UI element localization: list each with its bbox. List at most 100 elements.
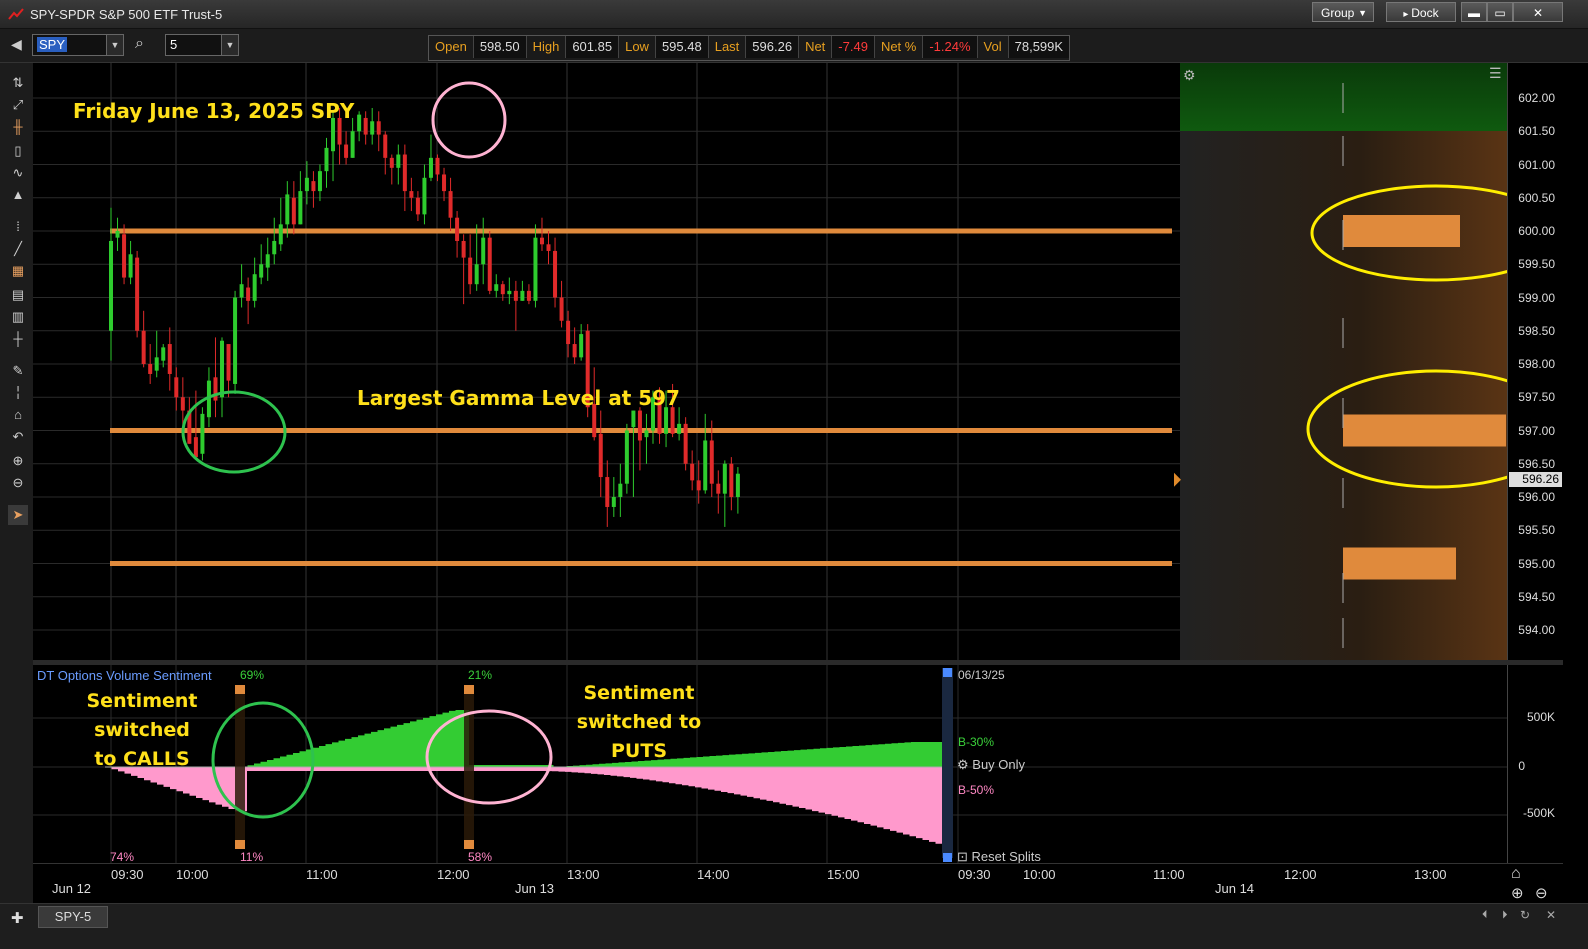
sentiment-scale[interactable]: 500K 0 -500K: [1507, 665, 1563, 863]
symbol-input[interactable]: SPY ▼: [32, 34, 124, 56]
candle-body: [605, 477, 610, 507]
menu-icon[interactable]: ☰: [1489, 65, 1502, 82]
search-icon[interactable]: ⌕: [135, 35, 144, 53]
price-scale-label: 594.50: [1518, 589, 1555, 604]
left-bottom-pct: 74%: [110, 850, 135, 864]
zoom-in-icon[interactable]: ⊕: [1511, 884, 1524, 902]
price-scale[interactable]: 602.00 601.50 601.00 600.50 600.00 599.50 599.…: [1507, 63, 1563, 660]
zoom-in-icon[interactable]: ⊕: [8, 451, 28, 471]
candle-body: [213, 377, 218, 401]
grid-tool-icon[interactable]: ▦: [8, 261, 28, 281]
sentiment-pane[interactable]: DT Options Volume Sentiment 69% 11% 21% …: [33, 665, 1508, 864]
scroll-right-icon[interactable]: ⏵: [1502, 909, 1508, 922]
window-title: SPY-SPDR S&P 500 ETF Trust-5: [30, 7, 223, 22]
split-handle-right: [943, 853, 952, 862]
candle-body: [481, 237, 486, 265]
measure-tool-icon[interactable]: ╎: [8, 383, 28, 403]
buy-only-label: Buy Only: [972, 757, 1026, 772]
candle-body: [500, 284, 505, 295]
pointer-icon[interactable]: ➤: [8, 505, 28, 525]
candle-body: [389, 157, 394, 168]
candle-body: [109, 240, 113, 331]
candle-body: [709, 440, 714, 484]
candle-body: [468, 257, 473, 285]
undo-icon[interactable]: ↶: [8, 427, 28, 447]
candle-body: [141, 330, 146, 364]
line-chart-tool-icon[interactable]: ∿: [8, 163, 28, 183]
candle-body: [513, 290, 518, 301]
price-scale-label: 594.00: [1518, 623, 1555, 637]
bar-chart-tool-icon[interactable]: ╫: [8, 117, 28, 137]
candle-body: [598, 433, 603, 478]
vol-label: Vol: [978, 36, 1009, 58]
candle-body: [370, 121, 375, 135]
price-scale-label: 599.00: [1518, 290, 1555, 305]
puts-annotation-line1: Sentiment: [583, 682, 695, 704]
add-tab-icon[interactable]: ✚: [11, 909, 24, 927]
candle-body: [311, 181, 316, 192]
candle-body: [624, 430, 629, 484]
time-axis[interactable]: Jun 12 09:30 10:00 11:00 12:00 Jun 13 13…: [33, 863, 1563, 904]
home-icon[interactable]: ⌂: [1511, 865, 1521, 883]
chevron-down-icon: ▼: [1358, 8, 1367, 18]
close-button[interactable]: ✕: [1513, 2, 1563, 22]
tab-spy-5[interactable]: SPY-5: [38, 906, 108, 928]
group-button[interactable]: Group ▼: [1312, 2, 1374, 22]
time-label: 12:00: [437, 867, 470, 882]
price-chart-pane[interactable]: Friday June 13, 2025 SPY Largest Gamma L…: [33, 63, 1566, 660]
tab-close-icon[interactable]: ✕: [1546, 908, 1556, 922]
dock-button[interactable]: ▸ Dock: [1386, 2, 1456, 22]
buy-only-toggle[interactable]: ⚙ Buy Only: [957, 757, 1025, 773]
date-label: Jun 12: [52, 881, 92, 896]
interval-input[interactable]: 5 ▼: [165, 34, 239, 56]
candle-body: [291, 197, 296, 225]
price-scale-label: 596.50: [1518, 456, 1555, 471]
scroll-left-icon[interactable]: ⏴: [1482, 909, 1488, 922]
chevron-down-icon[interactable]: ▼: [221, 35, 238, 55]
zoom-out-icon[interactable]: ⊖: [8, 473, 28, 493]
settings-gear-icon[interactable]: ⚙: [1183, 67, 1196, 84]
cursor-tool-icon[interactable]: ⇅: [8, 73, 28, 93]
net-pct-label: Net %: [875, 36, 924, 58]
table-tool-icon[interactable]: ▥: [8, 307, 28, 327]
candle-body: [174, 377, 179, 398]
crosshair-tool-icon[interactable]: ⤢: [8, 95, 28, 115]
calls-annotation: Sentiment switched to CALLS: [37, 687, 247, 774]
candle-body: [735, 473, 740, 497]
home-icon[interactable]: ⌂: [8, 405, 28, 425]
net-label: Net: [799, 36, 833, 58]
candle-body: [539, 237, 544, 245]
candle-body: [383, 134, 388, 158]
candle-body: [618, 483, 623, 497]
price-scale-label: 595.00: [1518, 556, 1555, 571]
scale-neg-500k: -500K: [1522, 806, 1555, 820]
time-label: 11:00: [306, 867, 338, 882]
time-label: 15:00: [827, 867, 860, 882]
low-label: Low: [619, 36, 656, 58]
refresh-icon[interactable]: ↻: [1520, 908, 1530, 922]
reset-splits-label: Reset Splits: [971, 849, 1041, 864]
tab-label: SPY-5: [54, 909, 92, 924]
candle-body: [611, 497, 616, 507]
maximize-button[interactable]: ▭: [1487, 2, 1513, 22]
indicator-tool-icon[interactable]: ⁞: [8, 217, 28, 237]
candle-body: [226, 344, 231, 381]
candle-body: [278, 224, 283, 245]
zoom-out-icon[interactable]: ⊖: [1535, 884, 1548, 902]
candle-body: [455, 217, 460, 241]
area-chart-tool-icon[interactable]: ▲: [8, 185, 28, 205]
gamma-annotation: Largest Gamma Level at 597: [357, 386, 680, 410]
split-marker-right: [942, 668, 953, 858]
candle-body: [115, 231, 120, 238]
candle-body: [507, 290, 512, 295]
candle-tool-icon[interactable]: ▯: [8, 141, 28, 161]
layout-tool-icon[interactable]: ▤: [8, 285, 28, 305]
candle-body: [259, 264, 264, 278]
trendline-tool-icon[interactable]: ╱: [8, 239, 28, 259]
back-arrow-icon[interactable]: ◀: [11, 36, 22, 53]
candle-body: [677, 423, 682, 434]
pen-tool-icon[interactable]: ✎: [8, 361, 28, 381]
hline-tool-icon[interactable]: ┼: [8, 329, 28, 349]
chevron-down-icon[interactable]: ▼: [106, 35, 123, 55]
minimize-button[interactable]: ▬: [1461, 2, 1487, 22]
